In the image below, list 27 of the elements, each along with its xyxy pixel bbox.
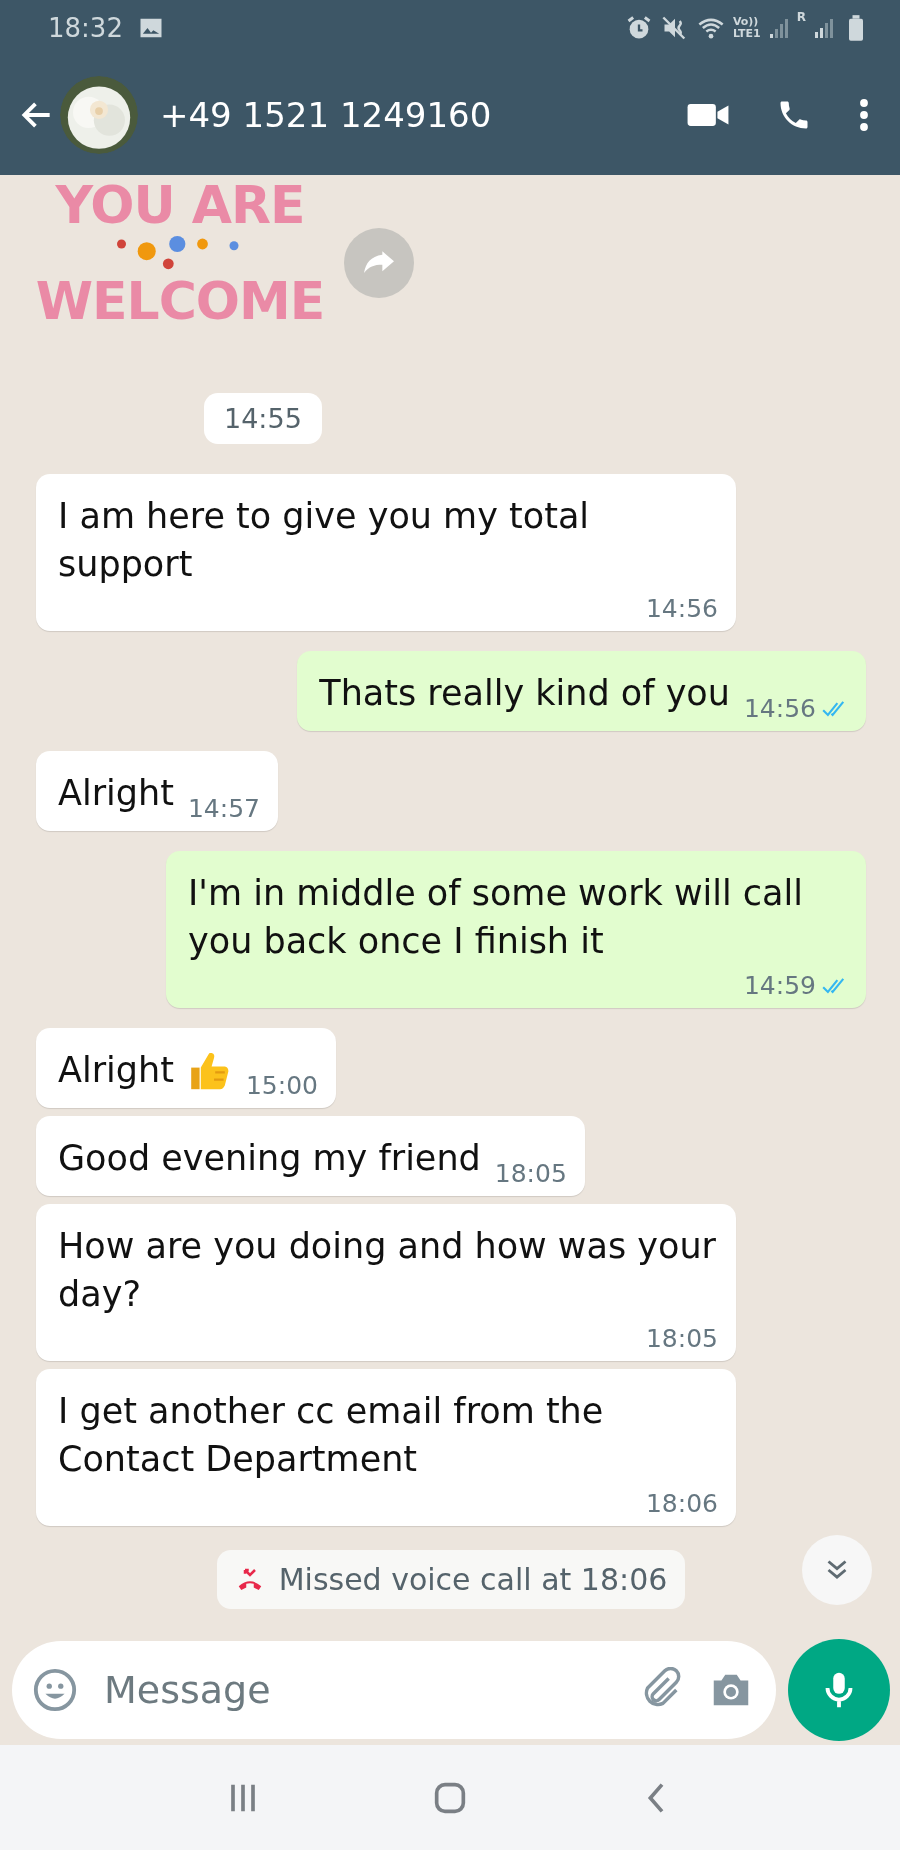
message-text: I'm in middle of some work will call you back once I finish it — [188, 872, 804, 963]
message-text: I am here to give you my total support — [58, 495, 591, 586]
sticker-text: YOU ARE — [55, 175, 305, 235]
message-time: 14:57 — [187, 794, 260, 823]
message-time: 14:56 — [743, 694, 816, 723]
contact-name[interactable]: +49 1521 1249160 — [160, 95, 686, 135]
message-time: 18:05 — [645, 1324, 718, 1353]
message-text: How are you doing and how was your day? — [58, 1225, 717, 1316]
message-text: Good evening my friend — [58, 1137, 481, 1180]
emoji-icon[interactable] — [32, 1667, 78, 1713]
roaming-label: R — [796, 10, 806, 24]
message-time: 15:00 — [245, 1071, 318, 1100]
date-chip: 14:55 — [204, 393, 322, 444]
message-text: Alright — [58, 1049, 174, 1092]
message-time: 14:59 — [743, 971, 816, 1000]
lte-label: Vo)) LTE1 — [732, 15, 761, 40]
status-time: 18:32 — [48, 12, 123, 43]
message-text: I get another cc email from the Contact Department — [58, 1390, 605, 1481]
message-time: 14:56 — [645, 594, 718, 623]
message-text: Thats really kind of you — [319, 672, 730, 715]
message-field[interactable]: Message — [12, 1641, 776, 1739]
sticker-text: WELCOME — [35, 271, 325, 331]
message-time: 18:05 — [494, 1159, 567, 1188]
message-text: Alright — [58, 772, 174, 815]
message-time: 18:06 — [645, 1489, 718, 1518]
more-options-icon[interactable] — [858, 97, 870, 133]
missed-call-text: Missed voice call at 18:06 — [278, 1562, 668, 1597]
